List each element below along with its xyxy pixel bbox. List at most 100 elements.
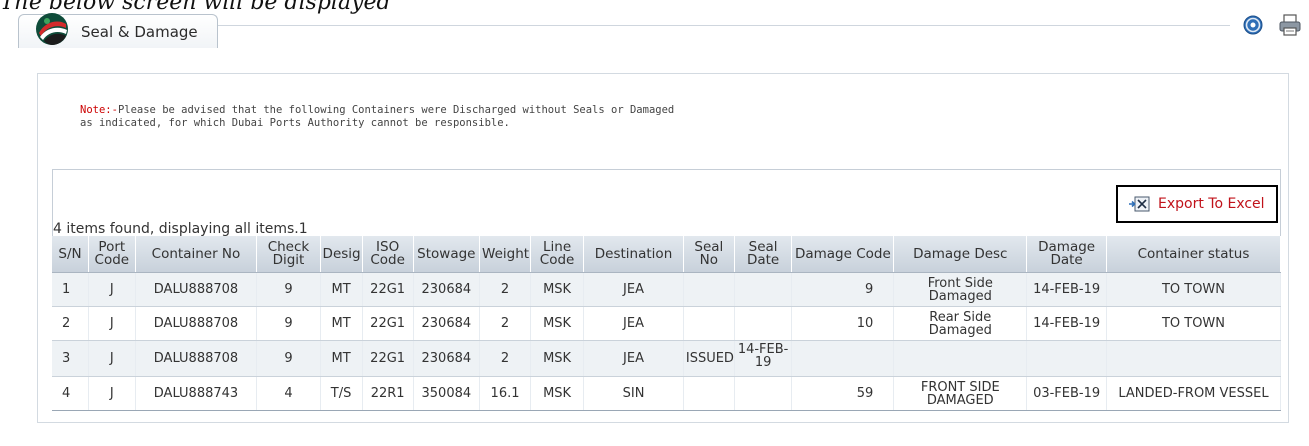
cell-container-no: DALU888708 bbox=[135, 272, 258, 307]
cell-container-status: TO TOWN bbox=[1106, 272, 1282, 307]
cell-container-no: DALU888708 bbox=[135, 306, 258, 341]
cell-seal-no bbox=[683, 376, 735, 411]
cell-seal-date bbox=[734, 376, 793, 411]
cell-sn: 2 bbox=[52, 306, 90, 341]
cell-damage-code: 10 bbox=[791, 306, 895, 341]
cell-destination: SIN bbox=[583, 376, 684, 411]
table-header-row: S/N Port Code Container No Check Digit D… bbox=[52, 236, 1282, 273]
tab-strip-line bbox=[218, 25, 1230, 26]
note-line-2: as indicated, for which Dubai Ports Auth… bbox=[80, 117, 510, 129]
column-header-weight[interactable]: Weight bbox=[479, 236, 531, 273]
cell-container-status: LANDED-FROM VESSEL bbox=[1106, 376, 1282, 411]
cell-damage-desc: FRONT SIDE DAMAGED bbox=[893, 376, 1028, 411]
cell-port-code: J bbox=[88, 340, 136, 377]
cell-damage-date: 03-FEB-19 bbox=[1026, 376, 1107, 411]
cell-damage-date: 14-FEB-19 bbox=[1026, 272, 1107, 307]
table-row[interactable]: 4 J DALU888743 4 T/S 22R1 350084 16.1 MS… bbox=[52, 376, 1282, 411]
print-icon[interactable] bbox=[1279, 14, 1301, 36]
cell-desig: MT bbox=[320, 306, 363, 341]
column-header-seal-date[interactable]: Seal Date bbox=[734, 236, 793, 273]
cell-line-code: MSK bbox=[530, 272, 585, 307]
table-row[interactable]: 3 J DALU888708 9 MT 22G1 230684 2 MSK JE… bbox=[52, 340, 1282, 377]
cell-iso-code: 22G1 bbox=[362, 340, 414, 377]
cell-damage-date bbox=[1026, 340, 1107, 377]
cell-port-code: J bbox=[88, 376, 136, 411]
table-row[interactable]: 1 J DALU888708 9 MT 22G1 230684 2 MSK JE… bbox=[52, 272, 1282, 307]
cell-check-digit: 4 bbox=[256, 376, 321, 411]
cell-container-status bbox=[1106, 340, 1282, 377]
cell-check-digit: 9 bbox=[256, 340, 321, 377]
cell-weight: 2 bbox=[479, 340, 531, 377]
cell-container-no: DALU888708 bbox=[135, 340, 258, 377]
cell-stowage: 230684 bbox=[413, 340, 481, 377]
cell-seal-date: 14-FEB-19 bbox=[734, 340, 793, 377]
cell-check-digit: 9 bbox=[256, 272, 321, 307]
cell-damage-desc bbox=[893, 340, 1028, 377]
cell-line-code: MSK bbox=[530, 376, 585, 411]
cell-desig: T/S bbox=[320, 376, 363, 411]
cell-destination: JEA bbox=[583, 272, 684, 307]
note-text: Note:-Please be advised that the followi… bbox=[80, 104, 674, 130]
cell-line-code: MSK bbox=[530, 306, 585, 341]
column-header-port-code[interactable]: Port Code bbox=[88, 236, 136, 273]
cell-damage-desc: Rear Side Damaged bbox=[893, 306, 1028, 341]
note-label: Note:- bbox=[80, 104, 118, 116]
cell-damage-date: 14-FEB-19 bbox=[1026, 306, 1107, 341]
column-header-container-no[interactable]: Container No bbox=[135, 236, 258, 273]
cell-damage-code bbox=[791, 340, 895, 377]
items-found-text: 4 items found, displaying all items.1 bbox=[53, 221, 308, 237]
cell-seal-no: ISSUED bbox=[683, 340, 735, 377]
cell-line-code: MSK bbox=[530, 340, 585, 377]
cell-stowage: 230684 bbox=[413, 272, 481, 307]
cell-check-digit: 9 bbox=[256, 306, 321, 341]
help-icon[interactable] bbox=[1243, 15, 1263, 35]
column-header-iso-code[interactable]: ISO Code bbox=[362, 236, 414, 273]
cell-iso-code: 22G1 bbox=[362, 306, 414, 341]
cell-sn: 4 bbox=[52, 376, 90, 411]
column-header-damage-desc[interactable]: Damage Desc bbox=[893, 236, 1028, 273]
cell-damage-code: 59 bbox=[791, 376, 895, 411]
column-header-seal-no[interactable]: Seal No bbox=[683, 236, 735, 273]
column-header-line-code[interactable]: Line Code bbox=[530, 236, 585, 273]
seal-damage-table: S/N Port Code Container No Check Digit D… bbox=[52, 236, 1282, 411]
cell-destination: JEA bbox=[583, 306, 684, 341]
cell-container-no: DALU888743 bbox=[135, 376, 258, 411]
cell-seal-no bbox=[683, 272, 735, 307]
cell-destination: JEA bbox=[583, 340, 684, 377]
cell-seal-no bbox=[683, 306, 735, 341]
excel-icon bbox=[1129, 196, 1150, 212]
cell-sn: 3 bbox=[52, 340, 90, 377]
cell-stowage: 350084 bbox=[413, 376, 481, 411]
column-header-check-digit[interactable]: Check Digit bbox=[256, 236, 321, 273]
cell-port-code: J bbox=[88, 306, 136, 341]
toolbar-icons bbox=[1243, 14, 1301, 36]
column-header-damage-code[interactable]: Damage Code bbox=[791, 236, 895, 273]
logo-icon bbox=[36, 13, 68, 45]
cell-container-status: TO TOWN bbox=[1106, 306, 1282, 341]
cell-stowage: 230684 bbox=[413, 306, 481, 341]
cell-damage-desc: Front Side Damaged bbox=[893, 272, 1028, 307]
export-to-excel-button[interactable]: Export To Excel bbox=[1116, 185, 1278, 223]
column-header-sn[interactable]: S/N bbox=[52, 236, 90, 273]
cell-weight: 2 bbox=[479, 272, 531, 307]
column-header-damage-date[interactable]: Damage Date bbox=[1026, 236, 1107, 273]
cell-seal-date bbox=[734, 272, 793, 307]
cell-damage-code: 9 bbox=[791, 272, 895, 307]
cell-iso-code: 22G1 bbox=[362, 272, 414, 307]
tab-label: Seal & Damage bbox=[81, 23, 198, 41]
tab-seal-damage[interactable]: Seal & Damage bbox=[18, 13, 218, 48]
cell-weight: 16.1 bbox=[479, 376, 531, 411]
cell-port-code: J bbox=[88, 272, 136, 307]
column-header-desig[interactable]: Desig bbox=[320, 236, 363, 273]
column-header-stowage[interactable]: Stowage bbox=[413, 236, 481, 273]
cell-iso-code: 22R1 bbox=[362, 376, 414, 411]
note-line-1: Please be advised that the following Con… bbox=[117, 104, 675, 116]
cell-sn: 1 bbox=[52, 272, 90, 307]
table-row[interactable]: 2 J DALU888708 9 MT 22G1 230684 2 MSK JE… bbox=[52, 306, 1282, 341]
cell-weight: 2 bbox=[479, 306, 531, 341]
cell-desig: MT bbox=[320, 272, 363, 307]
cell-desig: MT bbox=[320, 340, 363, 377]
column-header-destination[interactable]: Destination bbox=[583, 236, 684, 273]
export-label: Export To Excel bbox=[1158, 196, 1265, 212]
column-header-container-status[interactable]: Container status bbox=[1106, 236, 1282, 273]
